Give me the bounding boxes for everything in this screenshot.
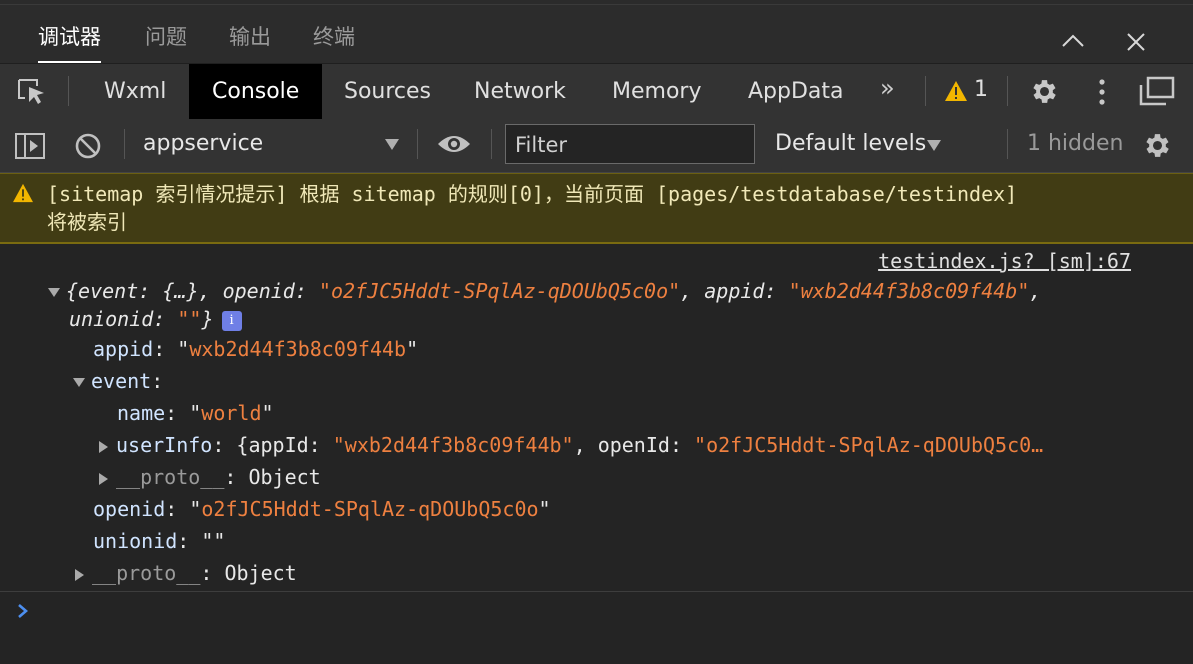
hidden-messages-count: 1 hidden [1027,131,1124,156]
filter-field[interactable] [505,124,755,165]
prop-appid: appid: "wxb2d44f3b8c09f44b" [93,337,419,361]
warning-icon [13,183,33,203]
close-icon[interactable] [1121,27,1151,57]
prop-event-proto[interactable]: __proto__: Object [99,461,321,493]
toolbar-divider [1007,129,1008,159]
prop-openid: openid: "o2fJC5Hddt-SPqlAz-qDOUbQ5c0o" [93,497,551,521]
devtools-toolbar: Wxml Console Sources Network Memory AppD… [0,63,1193,120]
warning-line-2: 将被索引 [47,210,127,234]
toolbar-divider [925,76,926,106]
prop-unionid: unionid: "" [93,529,226,553]
collapse-arrow-icon[interactable] [99,472,108,485]
dropdown-arrow-icon[interactable] [927,137,941,156]
warning-line-1: [sitemap 索引情况提示] 根据 sitemap 的规则[0]，当前页面 … [47,182,1018,206]
expand-arrow-icon[interactable] [73,378,85,387]
expand-arrow-icon[interactable] [48,288,60,297]
console-prompt-chevron-icon[interactable] [16,602,30,620]
tab-wxml[interactable]: Wxml [81,64,189,119]
clear-console-icon[interactable] [74,132,102,160]
tab-console[interactable]: Console [189,64,323,119]
context-selector[interactable]: appservice [143,131,263,156]
warning-icon[interactable] [944,80,968,102]
info-icon[interactable]: i [221,310,242,331]
prop-event-userinfo[interactable]: userInfo: {appId: "wxb2d44f3b8c09f44b", … [99,429,1043,461]
settings-gear-icon[interactable] [1029,76,1060,107]
tab-debugger[interactable]: 调试器 [38,21,101,63]
tab-sources[interactable]: Sources [321,64,454,119]
sidebar-toggle-icon[interactable] [14,132,46,160]
dropdown-arrow-icon[interactable] [385,136,399,155]
tab-memory[interactable]: Memory [589,64,724,119]
tab-problems[interactable]: 问题 [145,21,187,53]
toolbar-divider [68,76,69,106]
more-tabs-icon[interactable]: » [880,74,895,102]
source-location-link[interactable]: testindex.js? [sm]:67 [878,249,1131,273]
prop-event[interactable]: event: [73,365,163,397]
console-divider [0,591,1193,592]
console-settings-gear-icon[interactable] [1142,130,1173,161]
tab-terminal[interactable]: 终端 [313,21,355,53]
live-expression-eye-icon[interactable] [437,133,471,155]
collapse-arrow-icon[interactable] [99,440,108,453]
prop-event-name: name: "world" [117,401,274,425]
prop-proto[interactable]: __proto__: Object [75,557,297,589]
toolbar-divider [1007,76,1008,106]
tab-network[interactable]: Network [451,64,589,119]
console-filter-bar: appservice Default levels 1 hidden [0,119,1193,173]
toolbar-divider [124,129,125,159]
log-levels-dropdown[interactable]: Default levels [775,131,926,156]
warning-count[interactable]: 1 [974,77,988,102]
console-warning-message: [sitemap 索引情况提示] 根据 sitemap 的规则[0]，当前页面 … [0,173,1193,244]
tab-output[interactable]: 输出 [229,21,271,53]
toolbar-divider [491,129,492,159]
chevron-up-icon[interactable] [1058,27,1088,57]
inspect-element-icon[interactable] [17,78,49,106]
toolbar-divider [417,129,418,159]
tab-appdata[interactable]: AppData [725,64,867,119]
filter-input[interactable] [506,125,754,165]
dock-side-icon[interactable] [1139,76,1175,106]
collapse-arrow-icon[interactable] [75,568,84,581]
warning-text: [sitemap 索引情况提示] 根据 sitemap 的规则[0]，当前页面 … [47,180,1177,236]
more-options-icon[interactable] [1095,77,1109,107]
object-summary-line-2: unionid: ""} i [69,303,242,335]
panel-tab-bar: 调试器 问题 输出 终端 [0,5,1193,63]
